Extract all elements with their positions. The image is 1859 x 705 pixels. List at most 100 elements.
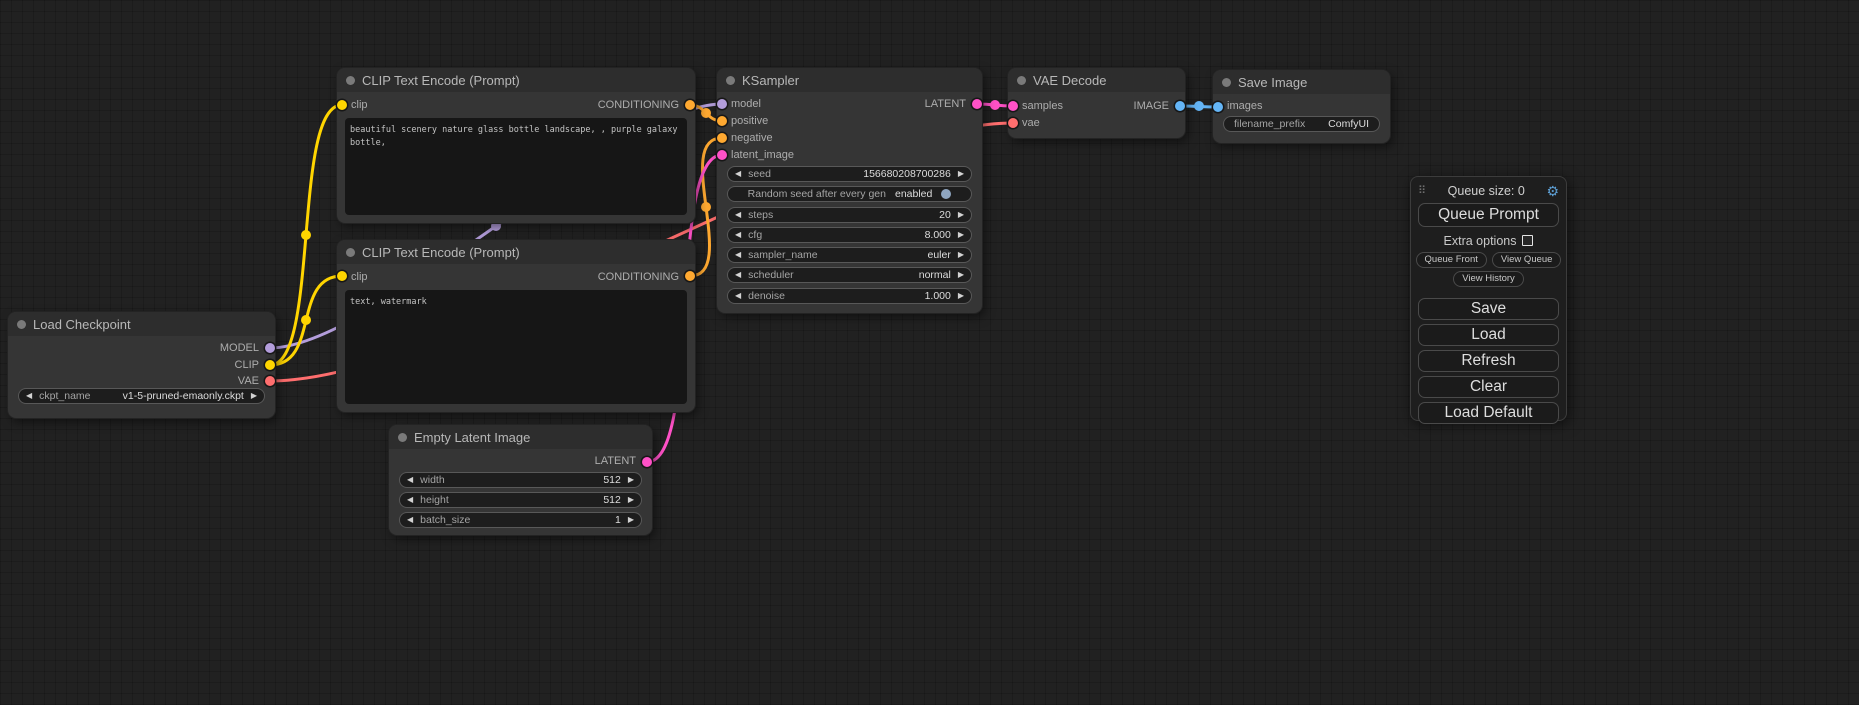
input-port-samples[interactable] bbox=[1008, 101, 1018, 111]
increment-arrow-icon[interactable]: ▶ bbox=[958, 211, 964, 219]
node-vae-decode[interactable]: VAE Decode samples vae IMAGE bbox=[1008, 68, 1185, 138]
increment-arrow-icon[interactable]: ▶ bbox=[958, 170, 964, 178]
collapse-toggle-icon[interactable] bbox=[1017, 76, 1026, 85]
save-button[interactable]: Save bbox=[1418, 298, 1559, 320]
steps-widget[interactable]: ◀ steps 20 ▶ bbox=[727, 207, 972, 223]
output-port-clip[interactable] bbox=[265, 360, 275, 370]
queue-prompt-button[interactable]: Queue Prompt bbox=[1418, 203, 1559, 227]
seed-widget[interactable]: ◀ seed 156680208700286 ▶ bbox=[727, 166, 972, 182]
node-header[interactable]: CLIP Text Encode (Prompt) bbox=[337, 68, 695, 92]
node-ksampler[interactable]: KSampler model positive negative latent_… bbox=[717, 68, 982, 313]
settings-gear-icon[interactable]: ⚙ bbox=[1546, 184, 1559, 198]
output-port-conditioning[interactable] bbox=[685, 271, 695, 281]
input-label-negative: negative bbox=[731, 131, 773, 145]
increment-arrow-icon[interactable]: ▶ bbox=[958, 231, 964, 239]
node-empty-latent-image[interactable]: Empty Latent Image LATENT ◀ width 512 ▶ … bbox=[389, 425, 652, 535]
node-clip-text-encode-negative[interactable]: CLIP Text Encode (Prompt) clip CONDITION… bbox=[337, 240, 695, 412]
node-header[interactable]: KSampler bbox=[717, 68, 982, 92]
collapse-toggle-icon[interactable] bbox=[398, 433, 407, 442]
queue-panel-header: ⠿ Queue size: 0 ⚙ bbox=[1418, 182, 1559, 199]
input-port-clip[interactable] bbox=[337, 271, 347, 281]
widget-value: ComfyUI bbox=[1328, 118, 1369, 130]
node-clip-text-encode-positive[interactable]: CLIP Text Encode (Prompt) clip CONDITION… bbox=[337, 68, 695, 223]
wire-samples-midpoint-dot bbox=[990, 100, 1000, 110]
collapse-toggle-icon[interactable] bbox=[346, 248, 355, 257]
drag-handle-icon[interactable]: ⠿ bbox=[1418, 184, 1426, 197]
random-seed-toggle-widget[interactable]: Random seed after every gen enabled bbox=[727, 186, 972, 202]
filename-prefix-widget[interactable]: filename_prefix ComfyUI bbox=[1223, 116, 1380, 132]
load-button[interactable]: Load bbox=[1418, 324, 1559, 346]
decrement-arrow-icon[interactable]: ◀ bbox=[26, 392, 32, 400]
decrement-arrow-icon[interactable]: ◀ bbox=[735, 231, 741, 239]
denoise-widget[interactable]: ◀ denoise 1.000 ▶ bbox=[727, 288, 972, 304]
decrement-arrow-icon[interactable]: ◀ bbox=[735, 271, 741, 279]
increment-arrow-icon[interactable]: ▶ bbox=[958, 251, 964, 259]
increment-arrow-icon[interactable]: ▶ bbox=[628, 516, 634, 524]
extra-options-label: Extra options bbox=[1444, 234, 1517, 248]
view-queue-button[interactable]: View Queue bbox=[1492, 252, 1562, 268]
load-default-button[interactable]: Load Default bbox=[1418, 402, 1559, 424]
node-header[interactable]: VAE Decode bbox=[1008, 68, 1185, 92]
node-header[interactable]: Load Checkpoint bbox=[8, 312, 275, 336]
decrement-arrow-icon[interactable]: ◀ bbox=[407, 516, 413, 524]
input-port-model[interactable] bbox=[717, 99, 727, 109]
decrement-arrow-icon[interactable]: ◀ bbox=[407, 496, 413, 504]
clear-button[interactable]: Clear bbox=[1418, 376, 1559, 398]
increment-arrow-icon[interactable]: ▶ bbox=[251, 392, 257, 400]
node-title: Empty Latent Image bbox=[414, 430, 530, 445]
decrement-arrow-icon[interactable]: ◀ bbox=[735, 211, 741, 219]
sampler-name-widget[interactable]: ◀ sampler_name euler ▶ bbox=[727, 247, 972, 263]
cfg-widget[interactable]: ◀ cfg 8.000 ▶ bbox=[727, 227, 972, 243]
node-load-checkpoint[interactable]: Load Checkpoint MODEL CLIP VAE ◀ ckpt_na… bbox=[8, 312, 275, 418]
input-port-negative[interactable] bbox=[717, 133, 727, 143]
extra-options-checkbox[interactable] bbox=[1522, 235, 1533, 246]
widget-name: cfg bbox=[748, 229, 762, 241]
increment-arrow-icon[interactable]: ▶ bbox=[958, 271, 964, 279]
collapse-toggle-icon[interactable] bbox=[346, 76, 355, 85]
prompt-text-field[interactable]: text, watermark bbox=[345, 290, 687, 404]
input-label-vae: vae bbox=[1022, 116, 1040, 130]
input-port-clip[interactable] bbox=[337, 100, 347, 110]
decrement-arrow-icon[interactable]: ◀ bbox=[407, 476, 413, 484]
output-port-model[interactable] bbox=[265, 343, 275, 353]
ckpt-name-widget[interactable]: ◀ ckpt_name v1-5-pruned-emaonly.ckpt ▶ bbox=[18, 388, 265, 404]
widget-value: enabled bbox=[895, 188, 932, 200]
output-port-conditioning[interactable] bbox=[685, 100, 695, 110]
widget-value: 512 bbox=[603, 474, 621, 486]
node-header[interactable]: CLIP Text Encode (Prompt) bbox=[337, 240, 695, 264]
queue-front-button[interactable]: Queue Front bbox=[1416, 252, 1487, 268]
wire-clip-neg-midpoint-dot bbox=[301, 315, 311, 325]
node-header[interactable]: Save Image bbox=[1213, 70, 1390, 94]
toggle-on-icon[interactable] bbox=[941, 189, 951, 199]
increment-arrow-icon[interactable]: ▶ bbox=[628, 496, 634, 504]
collapse-toggle-icon[interactable] bbox=[726, 76, 735, 85]
input-label-clip: clip bbox=[351, 270, 368, 284]
collapse-toggle-icon[interactable] bbox=[17, 320, 26, 329]
width-widget[interactable]: ◀ width 512 ▶ bbox=[399, 472, 642, 488]
output-port-image[interactable] bbox=[1175, 101, 1185, 111]
batch-size-widget[interactable]: ◀ batch_size 1 ▶ bbox=[399, 512, 642, 528]
input-port-latent-image[interactable] bbox=[717, 150, 727, 160]
increment-arrow-icon[interactable]: ▶ bbox=[958, 292, 964, 300]
refresh-button[interactable]: Refresh bbox=[1418, 350, 1559, 372]
decrement-arrow-icon[interactable]: ◀ bbox=[735, 170, 741, 178]
view-history-button[interactable]: View History bbox=[1453, 271, 1524, 287]
decrement-arrow-icon[interactable]: ◀ bbox=[735, 292, 741, 300]
node-title: KSampler bbox=[742, 73, 799, 88]
input-port-vae[interactable] bbox=[1008, 118, 1018, 128]
output-port-vae[interactable] bbox=[265, 376, 275, 386]
input-port-positive[interactable] bbox=[717, 116, 727, 126]
output-port-latent[interactable] bbox=[642, 457, 652, 467]
increment-arrow-icon[interactable]: ▶ bbox=[628, 476, 634, 484]
node-header[interactable]: Empty Latent Image bbox=[389, 425, 652, 449]
input-port-images[interactable] bbox=[1213, 102, 1223, 112]
wire-positive-midpoint-dot bbox=[701, 108, 711, 118]
prompt-text-field[interactable]: beautiful scenery nature glass bottle la… bbox=[345, 118, 687, 215]
queue-panel: ⠿ Queue size: 0 ⚙ Queue Prompt Extra opt… bbox=[1410, 176, 1567, 421]
height-widget[interactable]: ◀ height 512 ▶ bbox=[399, 492, 642, 508]
output-port-latent[interactable] bbox=[972, 99, 982, 109]
collapse-toggle-icon[interactable] bbox=[1222, 78, 1231, 87]
node-save-image[interactable]: Save Image images filename_prefix ComfyU… bbox=[1213, 70, 1390, 143]
scheduler-widget[interactable]: ◀ scheduler normal ▶ bbox=[727, 267, 972, 283]
decrement-arrow-icon[interactable]: ◀ bbox=[735, 251, 741, 259]
